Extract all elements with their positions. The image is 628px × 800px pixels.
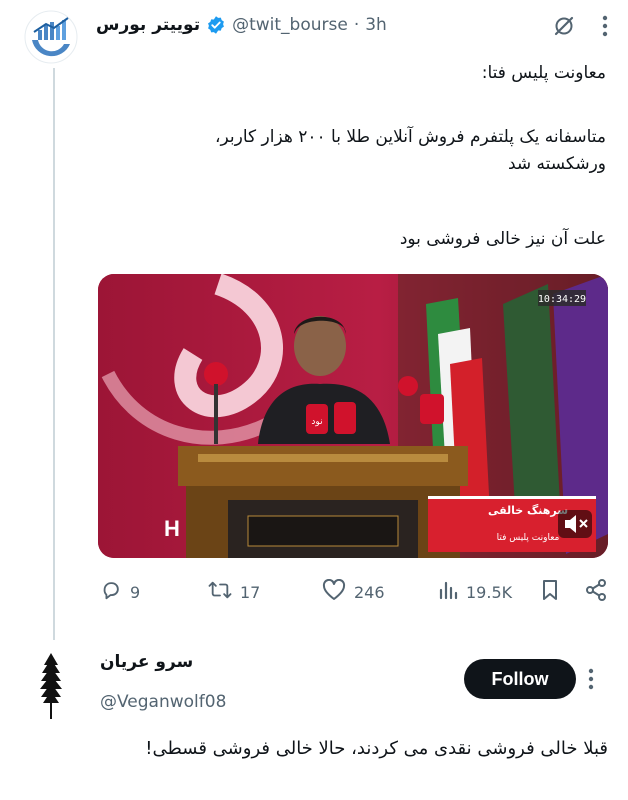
author-handle[interactable]: @twit_bourse	[232, 15, 348, 35]
reply-icon	[100, 579, 122, 605]
reply-avatar[interactable]	[36, 651, 66, 721]
bookmark-icon	[540, 579, 560, 605]
avatar[interactable]	[24, 10, 78, 64]
author-name[interactable]: توییتر بورس	[96, 15, 200, 35]
reply-text: قبلا خالی فروشی نقدی می کردند، حالا خالی…	[145, 738, 608, 759]
retweet-icon	[208, 579, 232, 605]
dot-separator: ·	[353, 15, 360, 35]
share-button[interactable]	[584, 578, 608, 606]
reply-button[interactable]: 9	[100, 578, 140, 606]
more-icon[interactable]	[602, 15, 608, 41]
top-actions	[552, 14, 608, 42]
svg-text:H: H	[164, 516, 180, 541]
tweet-text-block: متاسفانه یک پلتفرم فروش آنلاین طلا با ۲۰…	[86, 124, 606, 178]
views-count: 19.5K	[466, 582, 513, 602]
reply-count: 9	[130, 582, 141, 602]
reply-author-name[interactable]: سرو عریان	[100, 652, 193, 672]
grok-icon[interactable]	[552, 14, 576, 42]
bookmark-button[interactable]	[540, 578, 560, 606]
share-icon	[584, 578, 608, 606]
more-icon[interactable]	[588, 668, 594, 694]
retweet-count: 17	[240, 582, 261, 602]
follow-button[interactable]: Follow	[464, 659, 576, 699]
tweet-text-line: علت آن نیز خالی فروشی بود	[399, 229, 606, 249]
like-icon	[322, 578, 346, 605]
tweet-text-line: متاسفانه یک پلتفرم فروش آنلاین طلا با ۲۰…	[215, 127, 606, 147]
thread-line	[53, 68, 55, 640]
caption-title: معاونت پلیس فتا	[497, 533, 560, 543]
tweet-text-line: ورشکسته شد	[507, 154, 606, 174]
tweet-text-line: معاونت پلیس فتا:	[481, 63, 606, 83]
verified-badge-icon	[206, 15, 226, 35]
tweet-header: توییتر بورس @twit_bourse · 3h	[96, 12, 387, 38]
like-count: 246	[354, 582, 385, 602]
tweet-action-bar: 9 17 246 19.5K	[100, 578, 610, 606]
video-timestamp: 10:34:29	[538, 294, 586, 305]
mic-label: نود	[311, 417, 322, 427]
views-button[interactable]: 19.5K	[438, 578, 512, 606]
retweet-button[interactable]: 17	[208, 578, 260, 606]
views-icon	[438, 580, 458, 604]
speaker-muted-icon[interactable]	[558, 510, 592, 538]
caption-name: سرهنگ خالقی	[488, 503, 568, 517]
tweet-time[interactable]: 3h	[365, 15, 387, 35]
tweet-video[interactable]: H نود 10:34:29 سرهنگ خالقی معاونت پلیس ف…	[98, 274, 608, 558]
like-button[interactable]: 246	[322, 578, 385, 606]
reply-author-handle[interactable]: @Veganwolf08	[100, 692, 226, 712]
